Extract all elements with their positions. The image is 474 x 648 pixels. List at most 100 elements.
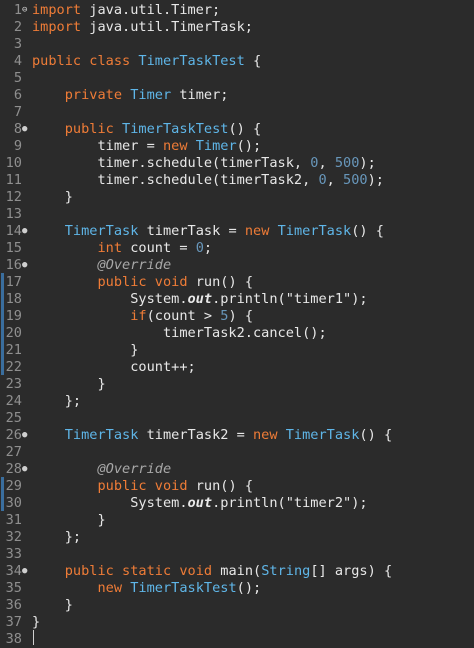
code-text[interactable]: import java.util.TimerTask; xyxy=(32,19,253,36)
code-token: 500 xyxy=(343,172,368,188)
code-line[interactable]: 38 xyxy=(0,631,474,648)
code-text[interactable]: TimerTask timerTask = new TimerTask() { xyxy=(32,223,384,240)
line-number: 35 xyxy=(5,580,22,596)
code-token: public xyxy=(64,121,114,137)
code-text[interactable]: } xyxy=(32,342,138,359)
code-token: System. xyxy=(32,495,188,511)
line-number: 34 xyxy=(5,563,22,579)
code-token: timerTask = xyxy=(138,223,245,239)
code-line[interactable]: 27 xyxy=(0,444,474,461)
code-line[interactable]: 13 xyxy=(0,206,474,223)
code-text[interactable]: System.out.println("timer1"); xyxy=(32,291,367,308)
code-text[interactable]: }; xyxy=(32,393,81,410)
code-line[interactable]: 35 new TimerTaskTest(); xyxy=(0,580,474,597)
fold-marker-icon[interactable]: ● xyxy=(22,121,30,138)
code-text[interactable]: timer = new Timer(); xyxy=(32,138,261,155)
code-line[interactable]: 24 }; xyxy=(0,393,474,410)
code-text[interactable]: public void run() { xyxy=(32,478,253,495)
code-text[interactable]: } xyxy=(32,189,73,206)
fold-collapse-icon[interactable]: ⊖ xyxy=(22,2,30,19)
fold-marker-icon[interactable]: ● xyxy=(22,427,30,444)
code-token: 0 xyxy=(318,172,327,188)
code-line[interactable]: 17 public void run() { xyxy=(0,274,474,291)
code-text[interactable]: new TimerTaskTest(); xyxy=(32,580,261,597)
code-token: } xyxy=(32,376,106,392)
code-line[interactable]: 3 xyxy=(0,36,474,53)
code-token: TimerTask xyxy=(277,223,352,239)
code-text[interactable]: int count = 0; xyxy=(32,240,212,257)
fold-marker-icon[interactable]: ● xyxy=(22,257,30,274)
code-line[interactable]: 32 }; xyxy=(0,529,474,546)
code-line[interactable]: 28 ● @Override xyxy=(0,461,474,478)
code-text[interactable]: }; xyxy=(32,529,81,546)
code-line[interactable]: 31 } xyxy=(0,512,474,529)
code-text[interactable]: private Timer timer; xyxy=(32,87,229,104)
code-line[interactable]: 12 } xyxy=(0,189,474,206)
fold-marker-icon[interactable]: ● xyxy=(22,223,30,240)
code-line[interactable]: 5 xyxy=(0,70,474,87)
code-text[interactable]: } xyxy=(32,512,105,529)
fold-marker-icon[interactable]: ● xyxy=(22,563,30,580)
code-text[interactable]: count++; xyxy=(32,359,195,376)
code-line[interactable]: 25 xyxy=(0,410,474,427)
code-text[interactable]: TimerTask timerTask2 = new TimerTask() { xyxy=(32,427,392,444)
code-line[interactable]: 22 count++; xyxy=(0,359,474,376)
code-text[interactable]: public TimerTaskTest() { xyxy=(32,121,261,138)
code-line[interactable]: 2 import java.util.TimerTask; xyxy=(0,19,474,36)
code-line[interactable]: 36 } xyxy=(0,597,474,614)
code-line[interactable]: 33 xyxy=(0,546,474,563)
code-line[interactable]: 4 public class TimerTaskTest { xyxy=(0,53,474,70)
code-line[interactable]: 6 private Timer timer; xyxy=(0,87,474,104)
code-line[interactable]: 8 ● public TimerTaskTest() { xyxy=(0,121,474,138)
code-text[interactable]: } xyxy=(32,614,40,631)
code-line[interactable]: 37} xyxy=(0,614,474,631)
code-text[interactable]: import java.util.Timer; xyxy=(32,2,220,19)
code-text[interactable]: if(count > 5) { xyxy=(32,308,253,325)
code-line[interactable]: 30 System.out.println("timer2"); xyxy=(0,495,474,512)
code-line[interactable]: 1 ⊖ import java.util.Timer; xyxy=(0,2,474,19)
line-number: 14 xyxy=(5,223,22,239)
code-text[interactable]: System.out.println("timer2"); xyxy=(32,495,367,512)
code-token: count = xyxy=(122,240,196,256)
code-text[interactable]: public void run() { xyxy=(32,274,253,291)
code-editor[interactable]: 1 ⊖ import java.util.Timer; 2 import java.ut… xyxy=(0,0,474,647)
code-text[interactable]: timerTask2.cancel(); xyxy=(32,325,327,342)
line-number: 1 xyxy=(13,2,22,18)
fold-marker-icon[interactable]: ● xyxy=(22,461,30,478)
code-text[interactable]: } xyxy=(32,597,73,614)
code-text[interactable]: timer.schedule(timerTask, 0, 500); xyxy=(32,155,375,172)
code-line[interactable]: 23 } xyxy=(0,376,474,393)
line-number: 7 xyxy=(13,104,22,120)
code-token: TimerTask xyxy=(64,427,139,443)
code-line[interactable]: 19 if(count > 5) { xyxy=(0,308,474,325)
line-number: 38 xyxy=(5,631,22,647)
line-number: 27 xyxy=(5,444,22,460)
code-line[interactable]: 21 } xyxy=(0,342,474,359)
code-line[interactable]: 16 ● @Override xyxy=(0,257,474,274)
line-number: 37 xyxy=(5,614,22,630)
code-line[interactable]: 15 int count = 0; xyxy=(0,240,474,257)
code-token: @Override xyxy=(97,257,172,273)
code-text[interactable]: public class TimerTaskTest { xyxy=(32,53,261,70)
code-text[interactable]: } xyxy=(32,376,106,393)
code-line[interactable]: 10 timer.schedule(timerTask, 0, 500); xyxy=(0,155,474,172)
code-token: TimerTaskTest xyxy=(122,121,229,137)
code-token: , xyxy=(318,155,335,171)
code-line[interactable]: 9 timer = new Timer(); xyxy=(0,138,474,155)
code-line[interactable]: 20 timerTask2.cancel(); xyxy=(0,325,474,342)
code-line[interactable]: 14 ● TimerTask timerTask = new TimerTask(… xyxy=(0,223,474,240)
code-line[interactable]: 11 timer.schedule(timerTask2, 0, 500); xyxy=(0,172,474,189)
code-text[interactable]: public static void main(String[] args) { xyxy=(32,563,392,580)
code-line[interactable]: 26 ● TimerTask timerTask2 = new TimerTask… xyxy=(0,427,474,444)
code-text[interactable]: @Override xyxy=(32,461,171,478)
code-line[interactable]: 34 ● public static void main(String[] arg… xyxy=(0,563,474,580)
code-line[interactable]: 18 System.out.println("timer1"); xyxy=(0,291,474,308)
code-line[interactable]: 29 public void run() { xyxy=(0,478,474,495)
code-line[interactable]: 7 xyxy=(0,104,474,121)
code-text[interactable]: @Override xyxy=(32,257,171,274)
code-text[interactable]: timer.schedule(timerTask2, 0, 500); xyxy=(32,172,383,189)
